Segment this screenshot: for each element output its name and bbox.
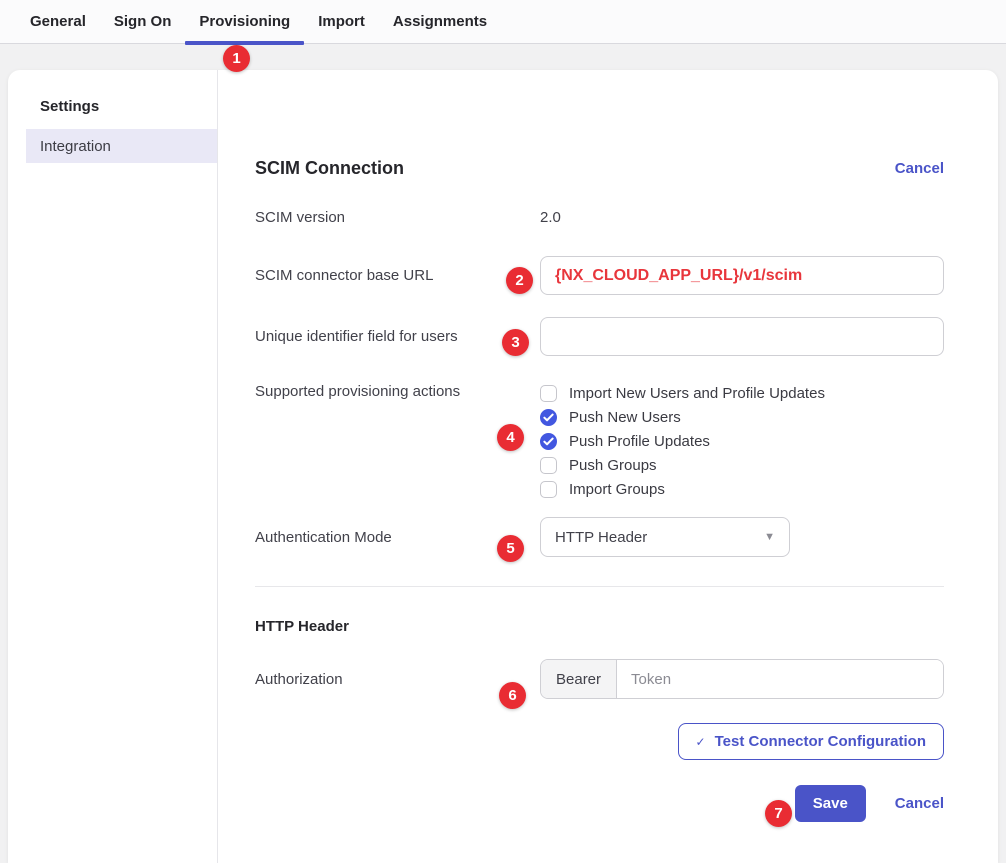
test-connector-row: ✓ Test Connector Configuration — [255, 723, 944, 760]
cancel-link-bottom[interactable]: Cancel — [895, 795, 944, 812]
tab-provisioning[interactable]: Provisioning — [185, 0, 304, 44]
checkbox-push-new-users[interactable]: Push New Users — [540, 409, 944, 426]
base-url-label: SCIM connector base URL — [255, 267, 540, 284]
settings-sidebar: Settings Integration — [8, 70, 218, 863]
unique-id-label: Unique identifier field for users — [255, 328, 540, 345]
checkbox-unchecked-icon[interactable] — [540, 385, 557, 402]
tab-import[interactable]: Import — [304, 0, 379, 44]
annotation-badge-6: 6 — [499, 682, 526, 709]
annotation-badge-1: 1 — [223, 45, 250, 72]
provisioning-actions-group: Import New Users and Profile Updates Pus… — [540, 383, 944, 498]
tab-assignments[interactable]: Assignments — [379, 0, 501, 44]
checkbox-unchecked-icon[interactable] — [540, 457, 557, 474]
provisioning-card: Settings Integration SCIM Connection Can… — [8, 70, 998, 863]
http-header-heading: HTTP Header — [255, 618, 944, 635]
checkbox-unchecked-icon[interactable] — [540, 481, 557, 498]
test-connector-button[interactable]: ✓ Test Connector Configuration — [678, 723, 944, 760]
section-divider — [255, 586, 944, 587]
scim-version-label: SCIM version — [255, 209, 540, 226]
save-button[interactable]: Save — [795, 785, 866, 822]
sidebar-heading: Settings — [8, 98, 217, 129]
page-title: SCIM Connection — [255, 158, 404, 179]
authorization-input-group: Bearer — [540, 659, 944, 699]
annotation-badge-3: 3 — [502, 329, 529, 356]
base-url-input[interactable] — [540, 256, 944, 295]
annotation-badge-2: 2 — [506, 267, 533, 294]
bearer-prefix: Bearer — [541, 660, 617, 698]
checkbox-import-groups[interactable]: Import Groups — [540, 481, 944, 498]
checkbox-push-profile-updates[interactable]: Push Profile Updates — [540, 433, 944, 450]
checkbox-checked-icon[interactable] — [540, 433, 557, 450]
auth-mode-row: Authentication Mode HTTP Header ▼ — [255, 517, 944, 557]
scim-connection-form: SCIM Connection Cancel SCIM version 2.0 … — [218, 70, 998, 863]
annotation-badge-7: 7 — [765, 800, 792, 827]
provisioning-actions-label: Supported provisioning actions — [255, 383, 540, 400]
check-icon: ✓ — [696, 735, 706, 749]
auth-mode-select[interactable]: HTTP Header ▼ — [540, 517, 790, 557]
sidebar-item-integration[interactable]: Integration — [26, 129, 217, 163]
unique-id-row: Unique identifier field for users — [255, 317, 944, 356]
cancel-link-top[interactable]: Cancel — [895, 160, 944, 177]
tab-sign-on[interactable]: Sign On — [100, 0, 186, 44]
panel-header: SCIM Connection Cancel — [255, 158, 944, 179]
base-url-row: SCIM connector base URL — [255, 256, 944, 295]
unique-id-input[interactable] — [540, 317, 944, 356]
checkbox-import-new-users[interactable]: Import New Users and Profile Updates — [540, 385, 944, 402]
provisioning-page: General Sign On Provisioning Import Assi… — [0, 0, 1006, 863]
checkbox-checked-icon[interactable] — [540, 409, 557, 426]
authorization-label: Authorization — [255, 671, 540, 688]
scim-version-value: 2.0 — [540, 209, 944, 226]
token-input[interactable] — [617, 660, 943, 698]
dropdown-arrow-icon: ▼ — [764, 531, 775, 543]
provisioning-actions-row: Supported provisioning actions Import Ne… — [255, 383, 944, 498]
auth-mode-value: HTTP Header — [555, 529, 647, 546]
app-tab-bar: General Sign On Provisioning Import Assi… — [0, 0, 1006, 44]
form-footer: Save Cancel — [255, 785, 944, 822]
annotation-badge-4: 4 — [497, 424, 524, 451]
scim-version-row: SCIM version 2.0 — [255, 209, 944, 226]
authorization-row: Authorization Bearer — [255, 659, 944, 699]
annotation-badge-5: 5 — [497, 535, 524, 562]
tab-general[interactable]: General — [16, 0, 100, 44]
checkbox-push-groups[interactable]: Push Groups — [540, 457, 944, 474]
